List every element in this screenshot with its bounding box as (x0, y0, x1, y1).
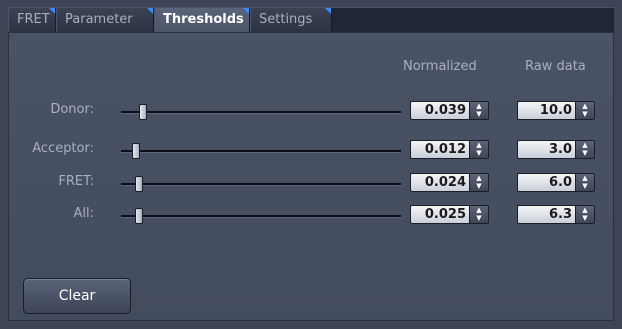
column-header-raw-data: Raw data (525, 59, 586, 74)
thresholds-window: FRET Parameter Thresholds Settings Norma… (0, 0, 622, 329)
acceptor-label: Acceptor: (32, 141, 94, 156)
tab-corner-marker (325, 8, 331, 14)
all-raw-spinbox[interactable]: 6.3 ▲ ▼ (517, 205, 595, 224)
tab-corner-marker (49, 8, 55, 14)
spin-arrows-icon[interactable]: ▲ ▼ (469, 141, 488, 158)
tab-label: FRET (17, 12, 50, 27)
spin-arrows-icon[interactable]: ▲ ▼ (575, 141, 594, 158)
tab-thresholds[interactable]: Thresholds (154, 8, 250, 34)
tab-parameter[interactable]: Parameter (56, 8, 154, 33)
donor-normalized-spinbox[interactable]: 0.039 ▲ ▼ (410, 101, 489, 120)
spinbox-value: 6.0 (548, 175, 572, 190)
spinbox-value: 6.3 (548, 207, 572, 222)
spin-arrows-icon[interactable]: ▲ ▼ (575, 206, 594, 223)
slider-thumb[interactable] (132, 143, 141, 159)
acceptor-raw-spinbox[interactable]: 3.0 ▲ ▼ (517, 140, 595, 159)
fret-normalized-spinbox[interactable]: 0.024 ▲ ▼ (410, 173, 489, 192)
spin-arrows-icon[interactable]: ▲ ▼ (469, 102, 488, 119)
spinbox-value: 10.0 (539, 103, 572, 118)
clear-button[interactable]: Clear (23, 278, 131, 314)
fret-raw-spinbox[interactable]: 6.0 ▲ ▼ (517, 173, 595, 192)
fret-slider[interactable] (121, 176, 401, 192)
spin-arrows-icon[interactable]: ▲ ▼ (469, 174, 488, 191)
donor-raw-spinbox[interactable]: 10.0 ▲ ▼ (517, 101, 595, 120)
spinbox-value: 0.012 (424, 142, 466, 157)
tab-label: Settings (259, 12, 313, 27)
slider-thumb[interactable] (135, 176, 144, 192)
tab-corner-marker (243, 8, 249, 14)
slider-thumb[interactable] (135, 208, 144, 224)
spinbox-value: 3.0 (548, 142, 572, 157)
acceptor-normalized-spinbox[interactable]: 0.012 ▲ ▼ (410, 140, 489, 159)
tab-label: Thresholds (163, 12, 244, 27)
acceptor-slider[interactable] (121, 143, 401, 159)
fret-label: FRET: (58, 174, 94, 189)
column-header-normalized: Normalized (403, 59, 477, 74)
all-label: All: (73, 206, 95, 221)
tab-corner-marker (147, 8, 153, 14)
spinbox-value: 0.025 (424, 207, 466, 222)
clear-button-label: Clear (58, 288, 96, 304)
donor-slider[interactable] (121, 104, 401, 120)
spin-arrows-icon[interactable]: ▲ ▼ (575, 102, 594, 119)
spinbox-value: 0.039 (424, 103, 466, 118)
tab-bar: FRET Parameter Thresholds Settings (8, 7, 614, 34)
all-normalized-spinbox[interactable]: 0.025 ▲ ▼ (410, 205, 489, 224)
donor-label: Donor: (50, 102, 94, 117)
all-slider[interactable] (121, 208, 401, 224)
spinbox-value: 0.024 (424, 175, 466, 190)
spin-arrows-icon[interactable]: ▲ ▼ (469, 206, 488, 223)
slider-thumb[interactable] (139, 104, 147, 120)
spin-arrows-icon[interactable]: ▲ ▼ (575, 174, 594, 191)
tab-fret[interactable]: FRET (8, 8, 56, 33)
tab-settings[interactable]: Settings (250, 8, 332, 33)
tab-label: Parameter (65, 12, 133, 27)
